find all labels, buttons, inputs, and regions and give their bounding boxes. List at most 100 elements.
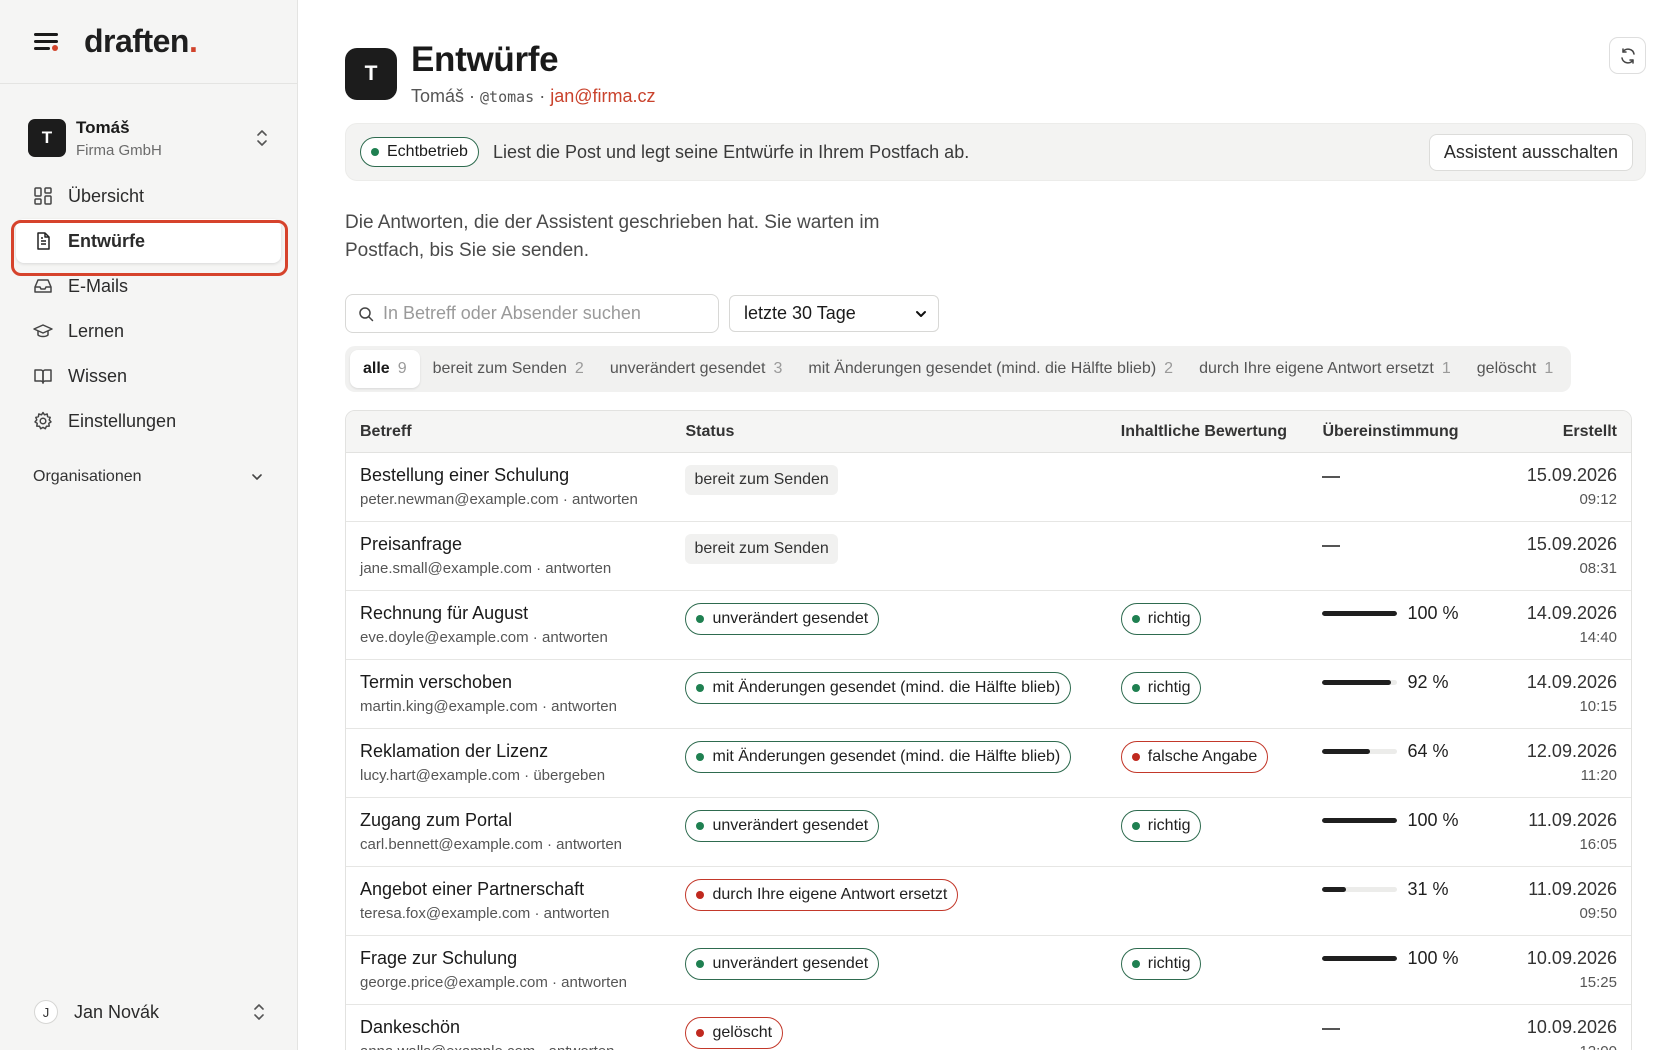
status-dot-icon bbox=[1131, 753, 1140, 761]
draft-sender: lucy.hart@example.com · übergeben bbox=[360, 767, 606, 784]
status-dot-icon bbox=[696, 615, 705, 623]
draft-subject[interactable]: Preisanfrage bbox=[360, 534, 685, 555]
page-description: Die Antworten, die der Assistent geschri… bbox=[345, 212, 880, 261]
assistant-identity: Tomáš · @tomas · jan@firma.cz bbox=[411, 86, 656, 106]
sidebar-nav: Übersicht Entwürfe E-Mails Lernen Wissen… bbox=[0, 174, 297, 443]
filter-bar: In Betreff oder Absender suchen letzte 3… bbox=[345, 294, 1646, 333]
sidebar-item-drafts[interactable]: Entwürfe bbox=[16, 219, 281, 263]
created-time: 09:12 bbox=[1579, 491, 1617, 508]
table-row[interactable]: Frage zur Schulung george.price@example.c… bbox=[346, 936, 1631, 1005]
search-input[interactable]: In Betreff oder Absender suchen bbox=[345, 294, 719, 333]
rating-badge: richtig bbox=[1120, 603, 1202, 635]
user-avatar: J bbox=[34, 1000, 58, 1024]
period-select[interactable]: letzte 30 Tage bbox=[729, 295, 939, 332]
tab-sent-with-changes[interactable]: mit Änderungen gesendet (mind. die Hälft… bbox=[795, 350, 1186, 388]
sidebar-item-overview[interactable]: Übersicht bbox=[16, 174, 281, 218]
created-time: 10:15 bbox=[1579, 698, 1617, 715]
tab-all[interactable]: alle 9 bbox=[350, 350, 420, 388]
draft-subject[interactable]: Rechnung für August bbox=[360, 603, 685, 624]
tab-deleted[interactable]: gelöscht 1 bbox=[1464, 350, 1567, 388]
match-bar-fill bbox=[1322, 817, 1398, 823]
page-title: Entwürfe bbox=[411, 40, 559, 79]
assistant-email[interactable]: jan@firma.cz bbox=[550, 86, 655, 106]
assistant-handle: @tomas bbox=[480, 88, 535, 106]
table-row[interactable]: Zugang zum Portal carl.bennett@example.co… bbox=[346, 798, 1631, 867]
created-date: 10.09.2026 bbox=[1526, 1017, 1617, 1037]
table-row[interactable]: Dankeschön anna.walls@example.com · antwo… bbox=[346, 1005, 1631, 1050]
assistant-status-banner: Echtbetrieb Liest die Post und legt sein… bbox=[345, 123, 1646, 181]
draft-subject[interactable]: Frage zur Schulung bbox=[360, 948, 685, 969]
status-dot-icon bbox=[371, 148, 379, 156]
menu-icon[interactable] bbox=[34, 31, 60, 53]
status-dot-icon bbox=[1131, 822, 1140, 830]
status-badge: bereit zum Senden bbox=[685, 534, 838, 564]
table-row[interactable]: Termin verschoben martin.king@example.com… bbox=[346, 660, 1631, 729]
draft-sender: george.price@example.com · antworten bbox=[360, 974, 628, 991]
inbox-icon bbox=[34, 279, 52, 293]
draft-subject[interactable]: Reklamation der Lizenz bbox=[360, 741, 685, 762]
match-percent: 64 % bbox=[1407, 740, 1449, 761]
organizations-toggle[interactable]: Organisationen bbox=[0, 461, 297, 493]
logo[interactable]: draften. bbox=[84, 23, 198, 60]
match-percent: 92 % bbox=[1407, 671, 1449, 692]
account-company: Firma GmbH bbox=[76, 141, 162, 159]
sidebar-item-knowledge[interactable]: Wissen bbox=[16, 354, 281, 398]
table-header: Betreff Status Inhaltliche Bewertung Übe… bbox=[346, 411, 1631, 453]
assistant-avatar: T bbox=[345, 48, 397, 100]
tab-ready-to-send[interactable]: bereit zum Senden 2 bbox=[420, 350, 597, 388]
status-dot-icon bbox=[696, 684, 705, 692]
status-dot-icon bbox=[1131, 684, 1140, 692]
column-match[interactable]: Übereinstimmung bbox=[1322, 423, 1497, 441]
column-status[interactable]: Status bbox=[685, 423, 1120, 441]
account-switcher[interactable]: T Tomáš Firma GmbH bbox=[0, 116, 297, 160]
account-avatar: T bbox=[28, 119, 66, 157]
draft-subject[interactable]: Zugang zum Portal bbox=[360, 810, 685, 831]
table-row[interactable]: Reklamation der Lizenz lucy.hart@example.… bbox=[346, 729, 1631, 798]
created-date: 15.09.2026 bbox=[1526, 534, 1617, 554]
match-bar-fill bbox=[1322, 610, 1398, 616]
created-date: 10.09.2026 bbox=[1526, 948, 1617, 968]
sidebar-item-label: Einstellungen bbox=[68, 410, 177, 431]
sidebar-item-learning[interactable]: Lernen bbox=[16, 309, 281, 353]
draft-subject[interactable]: Bestellung einer Schulung bbox=[360, 465, 685, 486]
book-icon bbox=[34, 369, 52, 384]
table-row[interactable]: Preisanfrage jane.small@example.com · ant… bbox=[346, 522, 1631, 591]
sidebar-item-emails[interactable]: E-Mails bbox=[16, 264, 281, 308]
tab-sent-unchanged[interactable]: unverändert gesendet 3 bbox=[597, 350, 796, 388]
column-created[interactable]: Erstellt bbox=[1497, 423, 1631, 441]
created-time: 09:50 bbox=[1579, 905, 1617, 922]
column-subject[interactable]: Betreff bbox=[346, 423, 685, 441]
chevron-updown-icon bbox=[254, 1004, 264, 1020]
organizations-label: Organisationen bbox=[33, 468, 142, 485]
user-menu[interactable]: J Jan Novák bbox=[34, 1000, 266, 1024]
draft-subject[interactable]: Dankeschön bbox=[360, 1017, 685, 1038]
status-dot-icon bbox=[696, 822, 705, 830]
disable-assistant-button[interactable]: Assistent ausschalten bbox=[1428, 133, 1633, 171]
match-bar bbox=[1322, 817, 1398, 823]
draft-subject[interactable]: Angebot einer Partnerschaft bbox=[360, 879, 685, 900]
draft-subject[interactable]: Termin verschoben bbox=[360, 672, 685, 693]
rating-badge: falsche Angabe bbox=[1120, 741, 1269, 773]
refresh-button[interactable] bbox=[1609, 37, 1646, 74]
empty-dash bbox=[1322, 545, 1341, 547]
empty-dash bbox=[1322, 1028, 1341, 1030]
column-rating[interactable]: Inhaltliche Bewertung bbox=[1121, 423, 1323, 441]
assistant-name: Tomáš bbox=[411, 86, 465, 106]
table-row[interactable]: Angebot einer Partnerschaft teresa.fox@ex… bbox=[346, 867, 1631, 936]
status-badge: unverändert gesendet bbox=[685, 810, 880, 842]
table-row[interactable]: Bestellung einer Schulung peter.newman@ex… bbox=[346, 453, 1631, 522]
sidebar-item-label: E-Mails bbox=[68, 275, 129, 296]
table-body: Bestellung einer Schulung peter.newman@ex… bbox=[346, 453, 1631, 1050]
sidebar-item-settings[interactable]: Einstellungen bbox=[16, 399, 281, 443]
document-icon bbox=[37, 232, 50, 250]
table-row[interactable]: Rechnung für August eve.doyle@example.com… bbox=[346, 591, 1631, 660]
status-badge: mit Änderungen gesendet (mind. die Hälft… bbox=[685, 672, 1072, 704]
period-value: letzte 30 Tage bbox=[744, 303, 856, 323]
status-badge: gelöscht bbox=[685, 1017, 784, 1049]
status-tabs: alle 9 bereit zum Senden 2 unverändert ges… bbox=[345, 346, 1572, 392]
status-dot-icon bbox=[696, 891, 705, 899]
match-bar-fill bbox=[1322, 886, 1346, 892]
tab-replaced[interactable]: durch Ihre eigene Antwort ersetzt 1 bbox=[1186, 350, 1464, 388]
dashboard-icon bbox=[34, 187, 52, 205]
created-time: 11:20 bbox=[1580, 767, 1617, 784]
